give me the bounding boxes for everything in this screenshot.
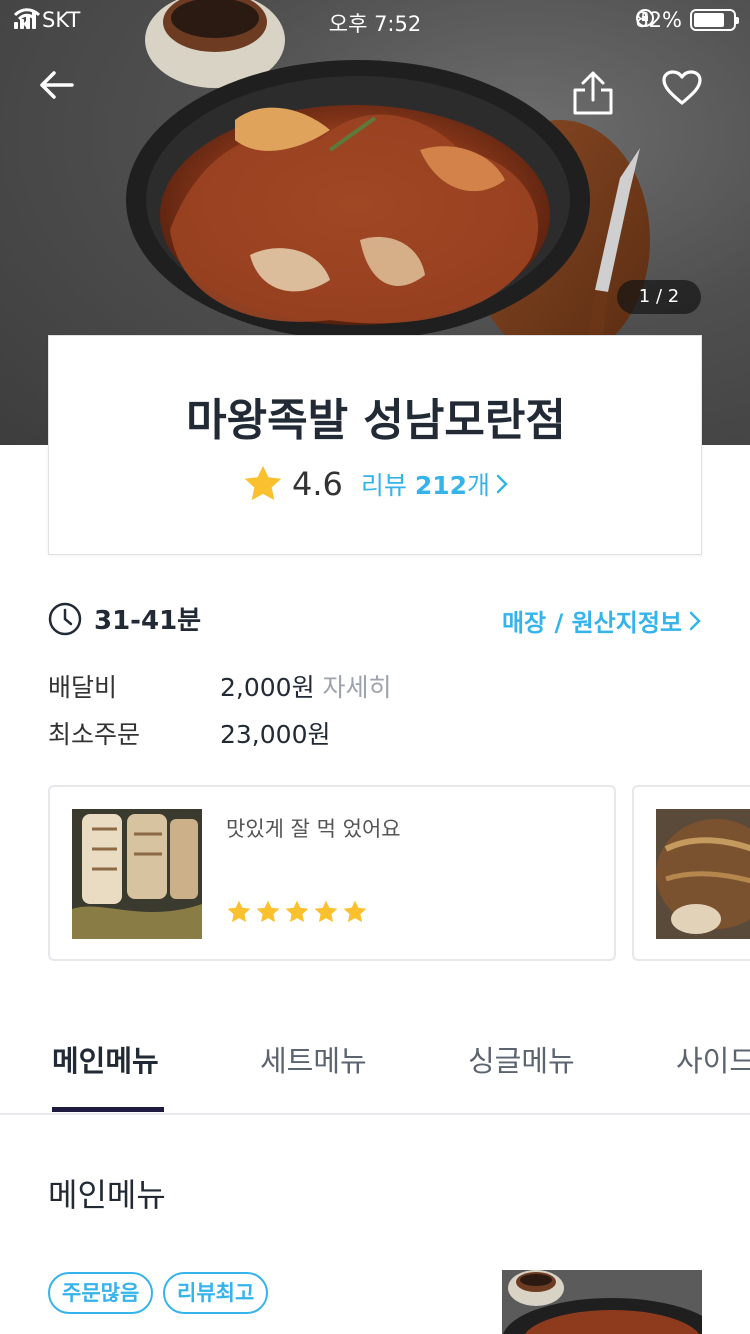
back-arrow-icon	[40, 71, 74, 99]
review-link[interactable]: 리뷰 212개	[361, 466, 490, 502]
review-thumbnail	[656, 809, 750, 939]
store-info-link[interactable]: 매장 / 원산지정보	[502, 603, 702, 638]
delivery-fee-detail-link[interactable]: 자세히	[323, 673, 392, 702]
share-button[interactable]	[572, 70, 624, 122]
status-right: 82%	[635, 8, 739, 32]
tab-indicator	[52, 1107, 164, 1112]
star-icon	[256, 900, 280, 923]
review-thumbnail	[72, 809, 202, 939]
menu-tabs: 메인메뉴 세트메뉴 싱글메뉴 사이드	[0, 1020, 750, 1115]
delivery-fee-value-wrap: 2,000원 자세히	[220, 668, 392, 704]
favorite-button[interactable]	[662, 70, 714, 122]
star-icon	[343, 900, 367, 923]
review-text: 맛있게 잘 먹 었어요	[226, 817, 401, 841]
review-photo	[72, 809, 202, 939]
back-button[interactable]	[38, 70, 90, 122]
tab-single-menu[interactable]: 싱글메뉴	[468, 1038, 575, 1080]
review-suffix: 개	[467, 471, 491, 500]
battery-fill	[694, 13, 725, 27]
orientation-lock-icon	[636, 9, 655, 27]
delivery-time: 31-41분	[48, 600, 201, 637]
star-icon	[227, 900, 251, 923]
badge-popular: 주문많음	[48, 1272, 154, 1314]
star-icon	[285, 900, 309, 923]
star-icon	[244, 465, 282, 501]
delivery-fee-row: 배달비 2,000원 자세히	[48, 668, 392, 704]
menu-item-photo	[502, 1270, 702, 1334]
delivery-fee-label: 배달비	[48, 673, 118, 702]
review-photo	[656, 809, 750, 939]
restaurant-card: 마왕족발 성남모란점 4.6 리뷰 212개	[48, 335, 702, 555]
chevron-right-icon	[689, 611, 701, 630]
clock-icon	[48, 602, 82, 635]
heart-icon	[662, 70, 702, 105]
delivery-fee-value: 2,000원	[220, 673, 315, 702]
review-count: 212	[414, 471, 468, 500]
section-title: 메인메뉴	[48, 1176, 166, 1214]
menu-item-thumbnail[interactable]	[502, 1270, 702, 1334]
chevron-right-icon	[496, 474, 508, 494]
min-order-row: 최소주문 23,000원	[48, 715, 330, 751]
min-order-value: 23,000원	[220, 720, 331, 749]
share-icon	[573, 71, 613, 115]
review-stars	[226, 899, 368, 925]
review-card[interactable]: 맛있게 잘 먹 었어요	[48, 785, 616, 961]
store-info-label: 매장 / 원산지정보	[501, 609, 682, 637]
tab-main-menu[interactable]: 메인메뉴	[52, 1038, 159, 1080]
tab-set-menu[interactable]: 세트메뉴	[260, 1038, 367, 1080]
delivery-time-value: 31-41분	[94, 606, 202, 636]
review-prefix: 리뷰	[360, 471, 407, 500]
min-order-label: 최소주문	[48, 720, 141, 749]
status-bar: SKT 오후 7:52 82%	[0, 0, 750, 40]
image-counter: 1 / 2	[617, 280, 701, 314]
badge-best-review: 리뷰최고	[163, 1272, 269, 1314]
rating-row: 4.6 리뷰 212개	[49, 464, 703, 504]
restaurant-name: 마왕족발 성남모란점	[186, 395, 566, 446]
battery-icon	[690, 9, 739, 31]
review-card-next[interactable]	[632, 785, 750, 961]
star-icon	[314, 900, 338, 923]
rating-score: 4.6	[291, 465, 343, 503]
tab-side-menu[interactable]: 사이드	[676, 1038, 750, 1080]
